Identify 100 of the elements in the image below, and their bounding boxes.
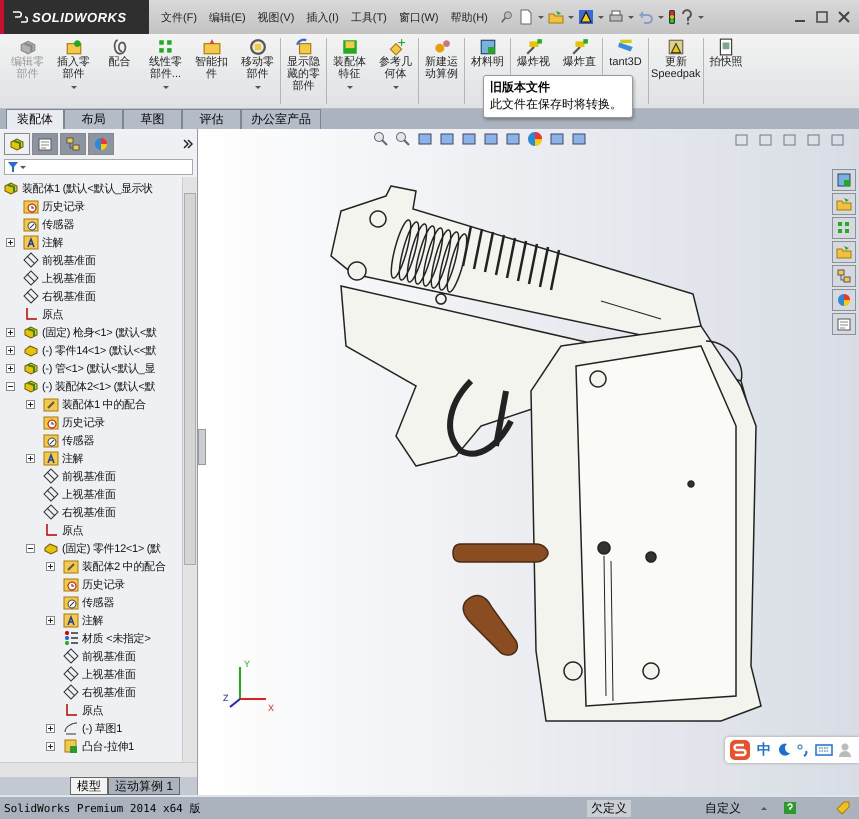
- tab[interactable]: 运动算例 1: [108, 777, 180, 795]
- collapse-toggle-icon[interactable]: [6, 382, 15, 390]
- config-tab[interactable]: [60, 133, 86, 155]
- tree-item[interactable]: 凸台-拉伸1: [82, 738, 134, 754]
- menu-item[interactable]: 文件(F): [155, 10, 204, 24]
- scrollbar[interactable]: [0, 762, 197, 777]
- expand-toggle-icon[interactable]: [6, 238, 15, 246]
- new-icon[interactable]: [518, 9, 534, 25]
- toolbar-button[interactable]: 新建运 动算例: [418, 38, 464, 104]
- property-tab[interactable]: [32, 133, 58, 155]
- moon-icon[interactable]: [777, 743, 791, 757]
- caret-icon[interactable]: [254, 86, 260, 89]
- caret-icon[interactable]: [70, 86, 76, 89]
- tree-item[interactable]: 原点: [62, 522, 84, 538]
- toolbar-button[interactable]: 插入零 部件: [50, 38, 96, 104]
- splitter-handle[interactable]: [198, 429, 206, 465]
- rebuild-icon[interactable]: [578, 9, 594, 25]
- menu-item[interactable]: 编辑(E): [203, 10, 252, 24]
- display-icon[interactable]: [527, 131, 543, 147]
- tree-item[interactable]: 传感器: [82, 594, 114, 610]
- caret-icon[interactable]: [658, 16, 664, 18]
- toolbar-button[interactable]: 配合: [96, 38, 142, 104]
- toolbar-button[interactable]: 智能扣 件: [188, 38, 234, 104]
- toolbar-button[interactable]: 线性零 部件...: [142, 38, 188, 104]
- tree-item[interactable]: 历史记录: [42, 198, 85, 214]
- pin-icon[interactable]: [500, 10, 514, 24]
- caret-icon[interactable]: [538, 16, 544, 18]
- property-button[interactable]: [832, 313, 856, 335]
- caret-icon[interactable]: [568, 16, 574, 18]
- folder-button[interactable]: [832, 241, 856, 263]
- help-icon[interactable]: [783, 801, 797, 815]
- caret-icon[interactable]: [162, 86, 168, 89]
- tab[interactable]: 草图: [123, 109, 182, 129]
- tree-item[interactable]: 注解: [42, 234, 64, 250]
- units-selector[interactable]: 自定义: [701, 800, 745, 816]
- tree-item[interactable]: (-) 草图1: [82, 720, 122, 736]
- expand-toggle-icon[interactable]: [46, 562, 55, 570]
- tree-item[interactable]: (-) 管<1> (默认<默认_显: [42, 360, 156, 376]
- tab[interactable]: 模型: [70, 777, 108, 795]
- menu-item[interactable]: 帮助(H): [444, 10, 494, 24]
- menu-item[interactable]: 插入(I): [300, 10, 345, 24]
- expand-toggle-icon[interactable]: [26, 400, 35, 408]
- tree-item[interactable]: 材质 <未指定>: [82, 630, 151, 646]
- caret-icon[interactable]: [698, 16, 704, 18]
- caret-icon[interactable]: [628, 16, 634, 18]
- tree-item[interactable]: (-) 零件14<1> (默认<<默: [42, 342, 156, 358]
- tree-item[interactable]: 上视基准面: [82, 666, 136, 682]
- ime-mode[interactable]: 中: [757, 741, 771, 759]
- caret-icon[interactable]: [598, 16, 604, 18]
- tab[interactable]: 装配体: [6, 109, 64, 129]
- tree-item[interactable]: 前视基准面: [82, 648, 136, 664]
- zoom-icon[interactable]: [373, 131, 389, 147]
- expand-toggle-icon[interactable]: [46, 616, 55, 624]
- keyboard-icon[interactable]: [815, 744, 833, 756]
- expand-toggle-icon[interactable]: [6, 364, 15, 372]
- tree-item[interactable]: (固定) 枪身<1> (默认<默: [42, 324, 157, 340]
- toolbar-button[interactable]: 更新 Speedpak: [648, 38, 703, 104]
- expand-toggle-icon[interactable]: [26, 454, 35, 462]
- tree-item[interactable]: 原点: [82, 702, 104, 718]
- toolbar-button[interactable]: 装配体 特征: [326, 38, 372, 104]
- tree-item[interactable]: 右视基准面: [62, 504, 116, 520]
- tree-item[interactable]: 右视基准面: [42, 288, 96, 304]
- tree-tab[interactable]: [4, 133, 30, 155]
- traffic-light-icon[interactable]: [668, 9, 676, 25]
- toolbar-button[interactable]: 拍快照: [702, 38, 749, 104]
- open-icon[interactable]: [548, 9, 564, 25]
- toolbar-button[interactable]: 显示隐 藏的零 部件: [280, 38, 326, 104]
- zoom-icon[interactable]: [395, 131, 411, 147]
- help-icon[interactable]: [680, 9, 694, 25]
- menu-item[interactable]: 视图(V): [252, 10, 300, 24]
- display-tab[interactable]: [88, 133, 114, 155]
- expand-toggle-icon[interactable]: [6, 328, 15, 336]
- tree-item[interactable]: 前视基准面: [42, 252, 96, 268]
- menu-item[interactable]: 工具(T): [344, 10, 393, 24]
- maximize-icon[interactable]: [815, 10, 829, 24]
- tab[interactable]: 评估: [182, 109, 241, 129]
- punctuation-icon[interactable]: [797, 743, 809, 757]
- caret-icon[interactable]: [761, 806, 767, 810]
- collapse-toggle-icon[interactable]: [26, 544, 35, 552]
- toolbar-button[interactable]: 参考几 何体: [372, 38, 418, 104]
- toolbar-button[interactable]: 移动零 部件: [234, 38, 280, 104]
- expand-arrows-icon[interactable]: [183, 139, 193, 149]
- tab[interactable]: 布局: [64, 109, 123, 129]
- expand-toggle-icon[interactable]: [6, 346, 15, 354]
- caret-icon[interactable]: [346, 86, 352, 89]
- tree-item[interactable]: 前视基准面: [62, 468, 116, 484]
- tree-item[interactable]: 装配体2 中的配合: [82, 558, 166, 574]
- ime-logo-icon[interactable]: [729, 739, 751, 761]
- tree-item[interactable]: 装配体1 (默认<默认_显示状: [22, 180, 153, 196]
- tree-item[interactable]: 历史记录: [62, 414, 105, 430]
- caret-icon[interactable]: [392, 86, 398, 89]
- tree-item[interactable]: 原点: [42, 306, 64, 322]
- tree-item[interactable]: 注解: [62, 450, 84, 466]
- tree-item[interactable]: 传感器: [62, 432, 94, 448]
- tree-item[interactable]: 历史记录: [82, 576, 125, 592]
- tree-item[interactable]: 注解: [82, 612, 104, 628]
- tree-item[interactable]: 传感器: [42, 216, 74, 232]
- menu-item[interactable]: 窗口(W): [392, 10, 445, 24]
- filter-field[interactable]: [4, 159, 193, 175]
- tree-item[interactable]: 右视基准面: [82, 684, 136, 700]
